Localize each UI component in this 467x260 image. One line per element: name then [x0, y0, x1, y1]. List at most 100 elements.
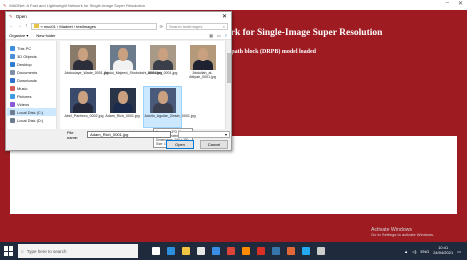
nav-item[interactable]: 3D Objects: [7, 52, 56, 60]
matlab-icon[interactable]: [287, 247, 295, 255]
file-name: Abdoulaye_Wade_0001.jpg: [64, 71, 109, 75]
nav-item[interactable]: Local Disk (C:): [7, 108, 56, 116]
taskbar-search-placeholder: Type here to search: [26, 248, 67, 254]
open-file-dialog: ✎ Open ✕ ← → ↑ « muc01 › Madnet › testIm…: [5, 11, 232, 151]
feather-icon: ✎: [9, 13, 13, 19]
task-view-icon[interactable]: [152, 247, 160, 255]
file-tile[interactable]: Adam_Rich_0001.jpg: [104, 87, 141, 127]
view-options-icon[interactable]: ▦: [209, 33, 213, 38]
dialog-title: Open: [15, 14, 27, 19]
address-bar[interactable]: « muc01 › Madnet › testImages: [30, 22, 157, 30]
nav-item-icon: [10, 109, 15, 115]
system-tray: ▲ ◁) ENG 10:41 24/04/2021 ▭: [404, 242, 461, 260]
new-folder-button[interactable]: New folder: [36, 33, 55, 38]
explorer-icon[interactable]: [182, 247, 190, 255]
open-button[interactable]: Open: [166, 140, 194, 149]
nav-item-icon: [10, 101, 15, 107]
nav-item[interactable]: Local Disk (D:): [7, 116, 56, 124]
file-tile[interactable]: Abdoulaye_Wade_0001.jpg: [64, 44, 109, 84]
file-name: Abdullah_al-Attiyah_0001.jpg: [189, 71, 216, 80]
file-tile[interactable]: Abdullah_al-Attiyah_0001.jpg: [184, 44, 221, 84]
filetype-select[interactable]: ▾: [178, 131, 230, 138]
file-tile[interactable]: Abel_Pacheco_0002.jpg: [64, 87, 104, 127]
help-icon[interactable]: ?: [225, 33, 227, 38]
close-button[interactable]: ✕: [458, 0, 463, 7]
dialog-buttons: Open Cancel: [166, 140, 228, 149]
file-name: Abdullah_0001.jpg: [147, 71, 178, 75]
nav-item-icon: [10, 117, 15, 123]
taskbar-search-input[interactable]: ○ Type here to search: [18, 244, 138, 258]
file-name: Abdul_Majeed_Shobokshi_0001.jpg: [104, 71, 163, 75]
back-arrow-icon[interactable]: ←: [9, 23, 14, 29]
file-name: Adam_Rich_0001.jpg: [105, 114, 140, 118]
nav-item[interactable]: Downloads: [7, 76, 56, 84]
nav-item-label: Local Disk (D:): [17, 117, 44, 123]
nav-item[interactable]: This PC: [7, 44, 56, 52]
store-icon[interactable]: [197, 247, 205, 255]
cancel-button[interactable]: Cancel: [200, 140, 228, 149]
vscode-icon[interactable]: [302, 247, 310, 255]
app-titlebar: ✎ MADNet: A Fast and Lightweight Network…: [0, 0, 467, 10]
search-input[interactable]: Search testImages ⌕: [166, 22, 228, 30]
file-list: Abdoulaye_Wade_0001.jpg Abdul_Majeed_Shob…: [60, 41, 225, 129]
app-title: MADNet: A Fast and Lightweight Network f…: [9, 2, 145, 8]
forward-arrow-icon[interactable]: →: [17, 23, 22, 29]
search-placeholder: Search testImages: [169, 23, 203, 29]
filename-input[interactable]: Adam_Rich_0001.jpg: [87, 131, 172, 138]
notification-icon[interactable]: ▭: [457, 249, 461, 254]
dialog-close-button[interactable]: ✕: [222, 13, 227, 20]
nav-item-label: Music: [17, 85, 28, 91]
nav-item[interactable]: Desktop: [7, 60, 56, 68]
edge-icon[interactable]: [167, 247, 175, 255]
network-icon[interactable]: ▲: [404, 249, 408, 254]
up-arrow-icon[interactable]: ↑: [25, 23, 28, 29]
nav-item[interactable]: Pictures: [7, 92, 56, 100]
activate-windows-watermark: Activate Windows Go to Settings to activ…: [371, 227, 434, 238]
dialog-titlebar: ✎ Open ✕: [6, 12, 231, 21]
nav-item-icon: [10, 61, 15, 67]
file-tile[interactable]: Abdullah_0001.jpg: [144, 44, 181, 84]
mail-icon[interactable]: [212, 247, 220, 255]
watermark-subtitle: Go to Settings to activate Windows.: [371, 232, 435, 238]
nav-item-label: Downloads: [17, 77, 37, 83]
preview-pane-icon[interactable]: ▭: [217, 33, 221, 38]
nav-item-label: 3D Objects: [17, 53, 37, 59]
language-indicator[interactable]: ENG: [421, 249, 430, 254]
nav-item-label: This PC: [17, 45, 32, 51]
file-name: Abel_Pacheco_0002.jpg: [64, 114, 104, 118]
windows-start-icon[interactable]: [4, 246, 14, 256]
nav-item[interactable]: Documents: [7, 68, 56, 76]
address-path: « muc01 › Madnet › testImages: [40, 23, 96, 29]
nav-item-icon: [10, 45, 15, 51]
filename-value: Adam_Rich_0001.jpg: [90, 132, 129, 137]
file-thumbnail: [109, 88, 136, 113]
nav-item-label: Local Disk (C:): [17, 109, 44, 115]
file-name: Adolfo_Aguilar_Zinser_0001.jpg: [144, 114, 196, 118]
chrome-icon[interactable]: [227, 247, 235, 255]
volume-icon[interactable]: ◁): [412, 249, 416, 254]
file-tile[interactable]: Adolfo_Aguilar_Zinser_0001.jpg: [143, 86, 196, 128]
file-thumbnail: [149, 45, 176, 70]
navigation-pane: This PC 3D Objects Desktop Documents Downloa…: [7, 41, 57, 129]
firefox-icon[interactable]: [242, 247, 250, 255]
refresh-icon[interactable]: ⟳: [160, 24, 163, 29]
python-icon[interactable]: [272, 247, 280, 255]
filename-label: File name:: [67, 129, 79, 140]
taskbar-app-icons: [152, 247, 325, 255]
organize-button[interactable]: Organize ▾: [9, 33, 28, 38]
minimize-button[interactable]: –: [446, 0, 449, 7]
terminal-icon[interactable]: [317, 247, 325, 255]
file-tile[interactable]: Abdul_Majeed_Shobokshi_0001.jpg: [104, 44, 163, 84]
file-thumbnail: [69, 88, 96, 113]
scrollbar-thumb[interactable]: [227, 53, 231, 83]
nav-item-label: Pictures: [17, 93, 32, 99]
pdf-icon[interactable]: [257, 247, 265, 255]
file-thumbnail: [109, 45, 136, 70]
nav-item-label: Videos: [17, 101, 30, 107]
feather-icon: ✎: [3, 2, 7, 8]
nav-item[interactable]: Music: [7, 84, 56, 92]
file-list-scrollbar[interactable]: [225, 41, 231, 129]
file-thumbnail: [69, 45, 96, 70]
clock[interactable]: 10:41 24/04/2021: [433, 245, 453, 256]
nav-item[interactable]: Videos: [7, 100, 56, 108]
